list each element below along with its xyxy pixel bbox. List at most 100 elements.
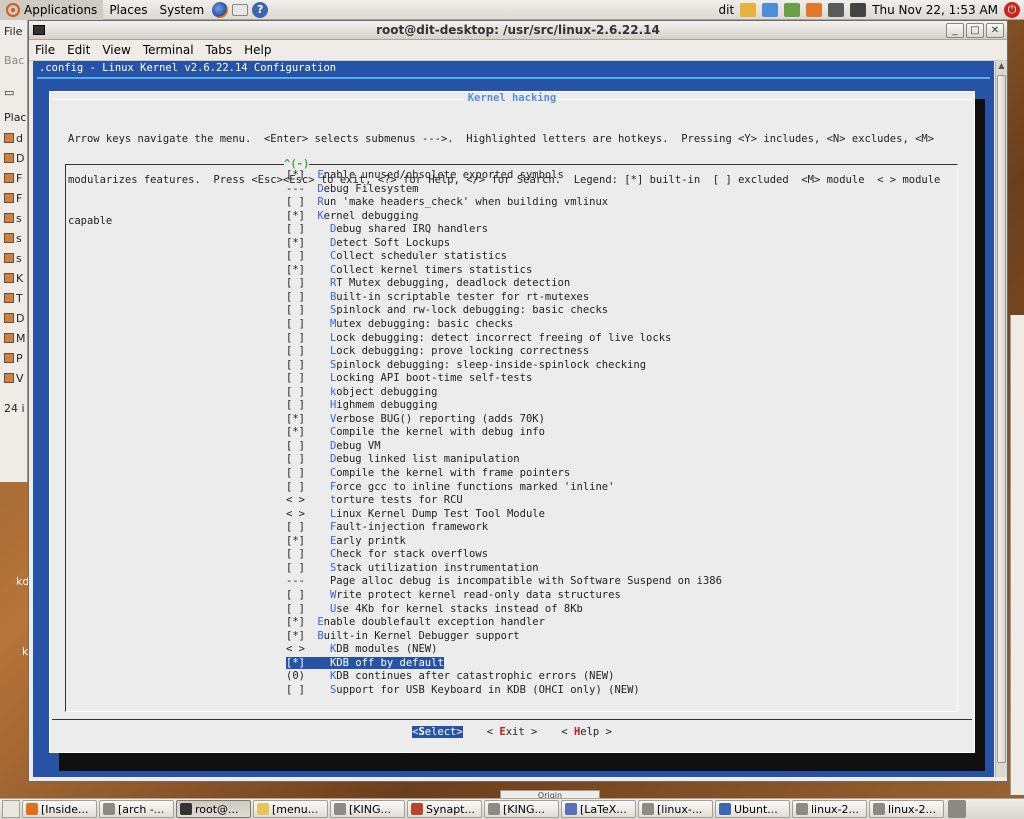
sidebar-place-item[interactable]: K xyxy=(0,268,27,288)
sidebar-place-item[interactable]: F xyxy=(0,168,27,188)
settings-tray-icon[interactable] xyxy=(762,2,779,17)
menu-option[interactable]: [ ] Run 'make headers_check' when buildi… xyxy=(286,196,722,210)
option-state[interactable]: [ ] xyxy=(286,399,311,413)
close-button[interactable]: ✕ xyxy=(986,22,1004,38)
option-state[interactable]: [ ] xyxy=(286,250,311,264)
option-state[interactable]: [ ] xyxy=(286,332,311,346)
terminal-screen[interactable]: .config - Linux Kernel v2.6.22.14 Config… xyxy=(33,61,994,777)
terminal-scrollbar[interactable]: ▲ xyxy=(995,61,1007,777)
taskbar-task[interactable]: linux-2... xyxy=(869,800,944,818)
menu-option[interactable]: [ ] Spinlock debugging: sleep-inside-spi… xyxy=(286,359,722,373)
option-state[interactable]: [ ] xyxy=(286,562,311,576)
menu-option[interactable]: [ ] Check for stack overflows xyxy=(286,548,722,562)
menu-terminal[interactable]: Terminal xyxy=(137,43,200,57)
option-state[interactable]: [ ] xyxy=(286,359,311,373)
option-state[interactable]: [ ] xyxy=(286,467,311,481)
menu-help[interactable]: Help xyxy=(238,43,277,57)
menu-option[interactable]: [ ] Collect scheduler statistics xyxy=(286,250,722,264)
option-state[interactable]: [*] xyxy=(286,630,311,644)
option-state[interactable]: [*] xyxy=(286,210,311,224)
option-state[interactable]: --- xyxy=(286,575,311,589)
minimize-button[interactable]: _ xyxy=(946,22,964,38)
option-state[interactable]: [*] xyxy=(286,237,311,251)
taskbar-task[interactable]: [arch -... xyxy=(99,800,174,818)
option-state[interactable]: [ ] xyxy=(286,440,311,454)
menu-option[interactable]: [ ] Mutex debugging: basic checks xyxy=(286,318,722,332)
option-state[interactable]: [ ] xyxy=(286,291,311,305)
power-icon[interactable]: ⏻ xyxy=(1004,1,1020,18)
sidebar-place-item[interactable]: T xyxy=(0,288,27,308)
menu-view[interactable]: View xyxy=(96,43,136,57)
menu-option[interactable]: [ ] Use 4Kb for kernel stacks instead of… xyxy=(286,603,722,617)
window-titlebar[interactable]: root@dit-desktop: /usr/src/linux-2.6.22.… xyxy=(29,21,1007,40)
menu-option[interactable]: [ ] Support for USB Keyboard in KDB (OHC… xyxy=(286,684,722,698)
option-state[interactable]: [ ] xyxy=(286,318,311,332)
option-state[interactable]: [ ] xyxy=(286,603,311,617)
option-state[interactable]: [ ] xyxy=(286,304,311,318)
taskbar-task[interactable]: Ubunt... xyxy=(715,800,790,818)
menu-option[interactable]: [*] Compile the kernel with debug info xyxy=(286,426,722,440)
menu-file[interactable]: File xyxy=(29,43,61,57)
menu-option[interactable]: [ ] RT Mutex debugging, deadlock detecti… xyxy=(286,277,722,291)
option-state[interactable]: [ ] xyxy=(286,453,311,467)
menu-option[interactable]: < > torture tests for RCU xyxy=(286,494,722,508)
option-state[interactable]: [*] xyxy=(286,264,311,278)
taskbar-task[interactable]: [KING... xyxy=(484,800,559,818)
option-state[interactable]: [ ] xyxy=(286,521,311,535)
select-button[interactable]: <Select> xyxy=(412,726,463,738)
option-state[interactable]: [ ] xyxy=(286,277,311,291)
option-state[interactable]: [*] xyxy=(286,169,311,183)
menu-stub[interactable]: File xyxy=(0,20,27,42)
menu-option[interactable]: [ ] Force gcc to inline functions marked… xyxy=(286,481,722,495)
menu-option[interactable]: [*] Kernel debugging xyxy=(286,210,722,224)
firefox-launcher-icon[interactable] xyxy=(212,1,229,18)
back-button[interactable]: Bac xyxy=(0,42,27,78)
option-state[interactable]: [ ] xyxy=(286,196,311,210)
menu-option[interactable]: [*] Detect Soft Lockups xyxy=(286,237,722,251)
menu-option[interactable]: [*] Verbose BUG() reporting (adds 70K) xyxy=(286,413,722,427)
menu-option[interactable]: [*] Enable doublefault exception handler xyxy=(286,616,722,630)
applications-menu[interactable]: Applications xyxy=(0,0,104,20)
taskbar-task[interactable]: [linux-... xyxy=(638,800,713,818)
help-launcher-icon[interactable]: ? xyxy=(252,1,269,18)
option-state[interactable]: [ ] xyxy=(286,372,311,386)
view-toggle[interactable]: ▭ xyxy=(0,78,27,106)
sidebar-place-item[interactable]: s xyxy=(0,248,27,268)
sidebar-place-item[interactable]: s xyxy=(0,208,27,228)
weather-icon[interactable] xyxy=(740,2,757,17)
option-state[interactable]: --- xyxy=(286,183,311,197)
taskbar-task[interactable]: root@... xyxy=(176,800,251,818)
network-icon[interactable] xyxy=(784,2,801,17)
menu-option[interactable]: [ ] Lock debugging: detect incorrect fre… xyxy=(286,332,722,346)
menu-option[interactable]: [ ] Debug VM xyxy=(286,440,722,454)
menu-option[interactable]: [*] Built-in Kernel Debugger support xyxy=(286,630,722,644)
menu-option[interactable]: [*] Enable unused/obsolete exported symb… xyxy=(286,169,722,183)
option-state[interactable]: [ ] xyxy=(286,223,311,237)
sidebar-place-item[interactable]: M xyxy=(0,328,27,348)
option-state[interactable]: < > xyxy=(286,643,311,657)
menu-option[interactable]: < > Linux Kernel Dump Test Tool Module xyxy=(286,508,722,522)
option-state[interactable]: [*] xyxy=(286,657,311,671)
option-state[interactable]: [ ] xyxy=(286,481,311,495)
menu-option[interactable]: [*] KDB off by default xyxy=(286,656,722,671)
menu-option[interactable]: [ ] Built-in scriptable tester for rt-mu… xyxy=(286,291,722,305)
menu-option[interactable]: < > KDB modules (NEW) xyxy=(286,643,722,657)
menu-option[interactable]: [*] Collect kernel timers statistics xyxy=(286,264,722,278)
user-name[interactable]: dit xyxy=(719,3,735,17)
option-state[interactable]: [ ] xyxy=(286,684,311,698)
option-state[interactable]: [*] xyxy=(286,413,311,427)
sidebar-place-item[interactable]: s xyxy=(0,228,27,248)
exit-button[interactable]: < Exit > xyxy=(487,726,538,738)
menu-option[interactable]: --- Page alloc debug is incompatible wit… xyxy=(286,575,722,589)
option-state[interactable]: [ ] xyxy=(286,548,311,562)
sidebar-place-item[interactable]: d xyxy=(0,128,27,148)
taskbar-task[interactable]: [KING... xyxy=(330,800,405,818)
menu-option[interactable]: [ ] Compile the kernel with frame pointe… xyxy=(286,467,722,481)
taskbar-task[interactable]: linux-2... xyxy=(792,800,867,818)
menu-option[interactable]: [ ] Highmem debugging xyxy=(286,399,722,413)
option-state[interactable]: (0) xyxy=(286,670,311,684)
menu-option[interactable]: [ ] Stack utilization instrumentation xyxy=(286,562,722,576)
menu-option[interactable]: [ ] Fault-injection framework xyxy=(286,521,722,535)
menu-option[interactable]: [ ] Debug linked list manipulation xyxy=(286,453,722,467)
menu-option[interactable]: [ ] Debug shared IRQ handlers xyxy=(286,223,722,237)
